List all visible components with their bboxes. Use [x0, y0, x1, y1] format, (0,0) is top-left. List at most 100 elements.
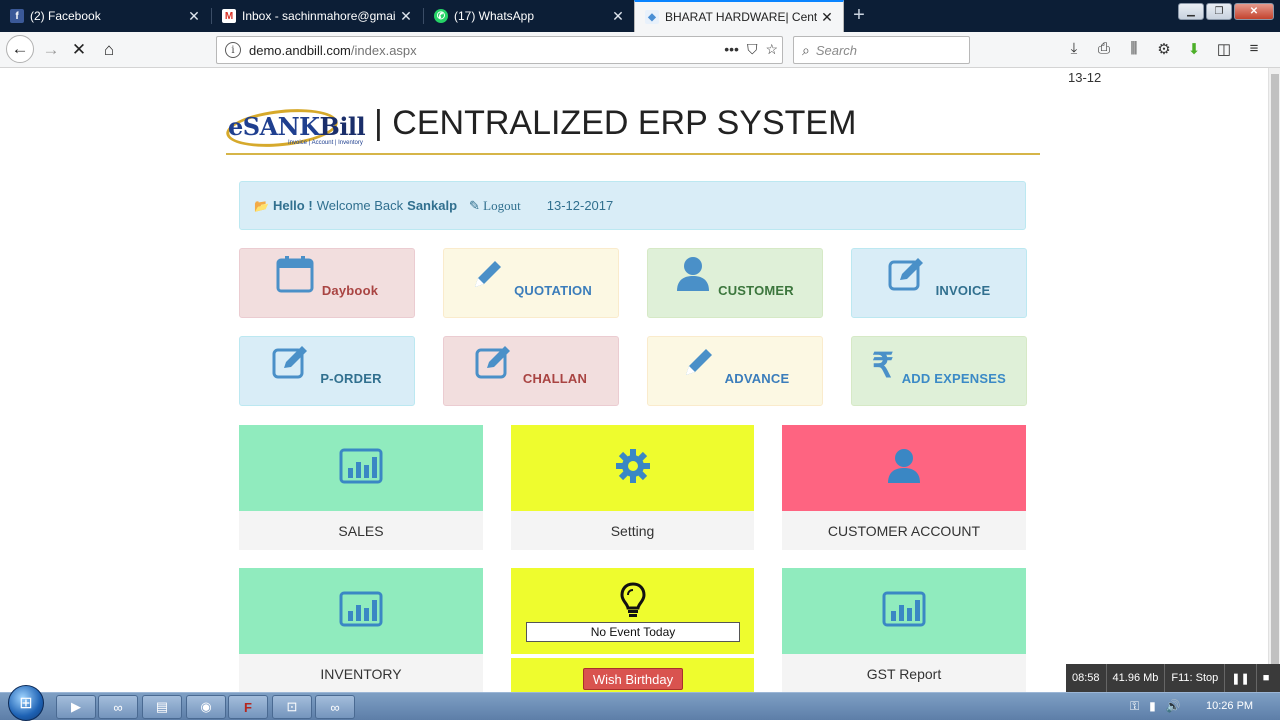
- pencil-icon: [470, 256, 506, 300]
- stop-recording-button[interactable]: F11: Stop: [1165, 664, 1226, 692]
- taskbar-app-2[interactable]: ∞: [315, 695, 355, 719]
- tab-whatsapp[interactable]: ✆ (17) WhatsApp ✕: [424, 0, 634, 32]
- gear-icon: [615, 448, 651, 489]
- search-icon: ⌕: [802, 41, 810, 58]
- setting-card[interactable]: Setting: [511, 425, 754, 550]
- page-scrollbar[interactable]: [1268, 68, 1280, 692]
- download-helper-icon[interactable]: ⬇: [1184, 40, 1204, 58]
- taskbar-screen-capture[interactable]: ⊡: [272, 695, 312, 719]
- infinity-icon: ∞: [113, 699, 123, 715]
- browser-nav-bar: ← → ✕ ⌂ i demo.andbill.com /index.aspx •…: [0, 32, 1280, 68]
- search-bar[interactable]: ⌕ Search: [793, 36, 970, 64]
- close-icon[interactable]: ✕: [184, 8, 204, 25]
- url-bar[interactable]: i demo.andbill.com /index.aspx ••• ⛉ ☆: [216, 36, 783, 64]
- start-button[interactable]: ⊞: [8, 685, 44, 721]
- hello-text: Hello !: [272, 198, 313, 213]
- search-placeholder: Search: [815, 42, 858, 58]
- media-player-icon: ▶: [71, 699, 81, 714]
- close-icon[interactable]: ✕: [817, 9, 837, 26]
- bookmark-star-icon[interactable]: ☆: [765, 41, 778, 58]
- edit-icon: [272, 344, 312, 388]
- add-expenses-tile[interactable]: ₹ ADD EXPENSES: [851, 336, 1027, 406]
- scrollbar-thumb[interactable]: [1271, 74, 1279, 674]
- close-icon[interactable]: ✕: [396, 8, 416, 25]
- info-icon[interactable]: i: [225, 42, 241, 58]
- card-label: GST Report: [782, 654, 1026, 692]
- recorder-bar: 08:58 41.96 Mb F11: Stop ❚❚ ■: [1066, 664, 1280, 692]
- close-icon[interactable]: ✕: [608, 8, 628, 25]
- new-tab-button[interactable]: +: [848, 4, 870, 26]
- maximize-button[interactable]: ❐: [1206, 3, 1232, 20]
- window-close-button[interactable]: ✕: [1234, 3, 1274, 20]
- taskbar-firefox[interactable]: ◉: [186, 695, 226, 719]
- url-path: /index.aspx: [350, 42, 417, 58]
- folder-open-icon: 📂: [254, 198, 269, 213]
- tile-label: Daybook: [321, 282, 379, 298]
- logo-e: e: [228, 112, 243, 141]
- extension-icon[interactable]: ⚙: [1154, 40, 1174, 58]
- card-top: [239, 425, 483, 511]
- menu-icon[interactable]: ≡: [1244, 40, 1264, 58]
- card-label: SALES: [239, 511, 483, 550]
- wish-birthday-button[interactable]: Wish Birthday: [583, 668, 683, 690]
- volume-icon[interactable]: 🔊: [1166, 699, 1181, 714]
- tile-label: P-ORDER: [320, 370, 382, 386]
- logo-sank: SANK: [242, 112, 320, 141]
- bar-chart-icon: [339, 448, 383, 489]
- home-button[interactable]: ⌂: [96, 37, 122, 63]
- print-icon[interactable]: ⎙: [1094, 40, 1114, 58]
- library-icon[interactable]: ⫼: [1124, 40, 1144, 58]
- tab-title: BHARAT HARDWARE| Centraliz: [665, 10, 817, 24]
- tab-gmail[interactable]: M Inbox - sachinmahore@gmail.c ✕: [212, 0, 422, 32]
- esankbill-logo: eSANKBill Invoice | Account | Inventory: [224, 104, 368, 154]
- tab-facebook[interactable]: f (2) Facebook ✕: [0, 0, 210, 32]
- header-divider: [226, 153, 1040, 155]
- user-name: Sankalp: [407, 198, 458, 213]
- stop-button[interactable]: ✕: [66, 37, 92, 63]
- pencil-icon: [681, 344, 717, 388]
- corner-date: 13-12: [1068, 70, 1102, 85]
- inventory-card[interactable]: INVENTORY: [239, 568, 483, 692]
- user-icon: [887, 448, 921, 489]
- customer-account-card[interactable]: CUSTOMER ACCOUNT: [782, 425, 1026, 550]
- page-actions-icon[interactable]: •••: [724, 41, 739, 58]
- gmail-icon: M: [222, 9, 236, 23]
- logo-tagline: Invoice | Account | Inventory: [288, 140, 363, 146]
- back-button[interactable]: ←: [6, 35, 34, 63]
- p-order-tile[interactable]: P-ORDER: [239, 336, 415, 406]
- pocket-icon[interactable]: ⛉: [747, 41, 758, 58]
- sales-card[interactable]: SALES: [239, 425, 483, 550]
- invoice-tile[interactable]: INVOICE: [851, 248, 1027, 318]
- taskbar-clock[interactable]: 10:26 PM: [1206, 700, 1253, 712]
- card-label: INVENTORY: [239, 654, 483, 692]
- toolbar-icons: ⤓ ⎙ ⫼ ⚙ ⬇ ◫ ≡: [1064, 40, 1264, 58]
- pause-icon[interactable]: ❚❚: [1225, 664, 1257, 692]
- daybook-tile[interactable]: Daybook: [239, 248, 415, 318]
- home-icon: ⌂: [103, 40, 115, 59]
- current-date: 13-12-2017: [546, 198, 614, 213]
- taskbar-filezilla[interactable]: F: [228, 695, 268, 719]
- signal-icon[interactable]: ▮: [1149, 699, 1156, 714]
- tile-label: ADD EXPENSES: [901, 370, 1006, 386]
- pencil-icon: ✎: [469, 197, 480, 213]
- tile-label: CUSTOMER: [718, 282, 794, 298]
- taskbar-app[interactable]: ∞: [98, 695, 138, 719]
- download-icon[interactable]: ⤓: [1064, 40, 1084, 58]
- minimize-button[interactable]: ▁: [1178, 3, 1204, 20]
- customer-tile[interactable]: CUSTOMER: [647, 248, 823, 318]
- taskbar-explorer[interactable]: ▤: [142, 695, 182, 719]
- forward-button[interactable]: →: [38, 37, 64, 63]
- edit-icon: [475, 344, 515, 388]
- tab-title: (17) WhatsApp: [454, 9, 535, 23]
- stop-icon[interactable]: ■: [1257, 664, 1276, 692]
- advance-tile[interactable]: ADVANCE: [647, 336, 823, 406]
- tile-label: CHALLAN: [522, 370, 588, 386]
- quotation-tile[interactable]: QUOTATION: [443, 248, 619, 318]
- tab-bharat-hardware[interactable]: ◆ BHARAT HARDWARE| Centraliz ✕: [634, 0, 844, 32]
- sidebar-icon[interactable]: ◫: [1214, 40, 1234, 58]
- logout-link[interactable]: ✎ Logout: [469, 198, 521, 214]
- challan-tile[interactable]: CHALLAN: [443, 336, 619, 406]
- gst-report-card[interactable]: GST Report: [782, 568, 1026, 692]
- taskbar-media-player[interactable]: ▶: [56, 695, 96, 719]
- network-icon[interactable]: ⚿: [1130, 699, 1139, 714]
